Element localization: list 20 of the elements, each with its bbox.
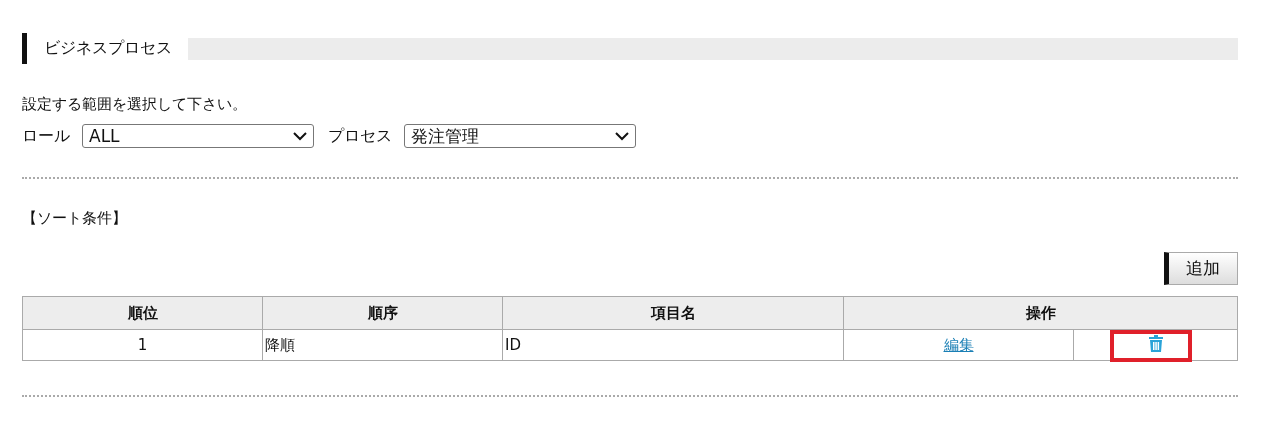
section-title: ビジネスプロセス <box>43 38 173 59</box>
table-cell: ID <box>502 329 844 361</box>
table-cell: 降順 <box>262 329 503 361</box>
edit-link[interactable]: 編集 <box>943 335 974 354</box>
column-header: 項目名 <box>502 296 844 330</box>
chevron-down-icon <box>293 131 307 141</box>
section-marker <box>22 33 27 64</box>
filter-select[interactable]: 発注管理 <box>404 124 636 148</box>
filter-label: プロセス <box>328 125 392 147</box>
sort-title: 【ソート条件】 <box>22 209 128 228</box>
column-header: 操作 <box>843 296 1238 330</box>
chevron-down-icon <box>615 131 629 141</box>
filter-select[interactable]: ALL <box>82 124 314 148</box>
trash-icon[interactable] <box>1148 334 1163 352</box>
instruction-text: 設定する範囲を選択して下さい。 <box>22 95 248 114</box>
add-button[interactable]: 追加 <box>1164 252 1238 285</box>
column-header: 順位 <box>22 296 263 330</box>
filter-label: ロール <box>22 125 70 147</box>
column-header: 順序 <box>262 296 503 330</box>
table-cell: 1 <box>22 329 263 361</box>
